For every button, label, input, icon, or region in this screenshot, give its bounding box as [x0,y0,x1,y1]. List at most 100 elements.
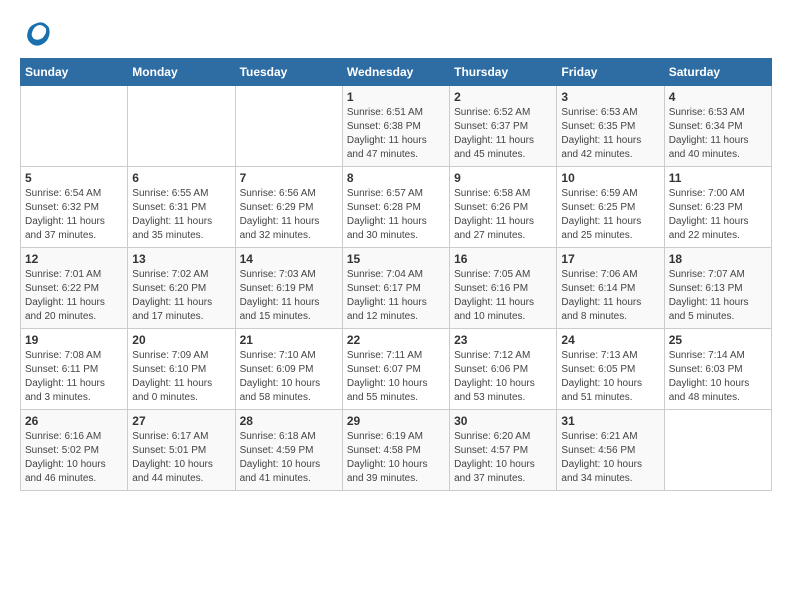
calendar-cell: 6 Sunrise: 6:55 AM Sunset: 6:31 PM Daylig… [128,167,235,248]
calendar-cell: 14 Sunrise: 7:03 AM Sunset: 6:19 PM Dayli… [235,248,342,329]
calendar-cell: 12Sunrise: 7:01 AM Sunset: 6:22 PM Dayli… [21,248,128,329]
calendar-cell: 31 Sunrise: 6:21 AM Sunset: 4:56 PM Dayli… [557,410,664,491]
day-info: Sunrise: 7:06 AM Sunset: 6:14 PM Dayligh… [561,268,659,324]
calendar-cell: 26 Sunrise: 6:16 AM Sunset: 5:02 PM Dayli… [21,410,128,491]
day-number: 13 [132,252,230,266]
day-number: 4 [669,90,767,104]
day-info: Sunrise: 7:09 AM Sunset: 6:10 PM Dayligh… [132,349,230,405]
calendar-cell [21,86,128,167]
day-info: Sunrise: 6:54 AM Sunset: 6:32 PM Dayligh… [25,187,123,243]
calendar-body: 1 Sunrise: 6:51 AM Sunset: 6:38 PM Daylig… [21,86,772,491]
weekday-header-row: SundayMondayTuesdayWednesdayThursdayFrid… [21,59,772,86]
calendar-week-row: 26 Sunrise: 6:16 AM Sunset: 5:02 PM Dayli… [21,410,772,491]
day-info: Sunrise: 6:53 AM Sunset: 6:34 PM Dayligh… [669,106,767,162]
calendar-table: SundayMondayTuesdayWednesdayThursdayFrid… [20,58,772,491]
calendar-cell: 5 Sunrise: 6:54 AM Sunset: 6:32 PM Daylig… [21,167,128,248]
calendar-cell: 17Sunrise: 7:06 AM Sunset: 6:14 PM Dayli… [557,248,664,329]
day-number: 31 [561,414,659,428]
day-number: 14 [240,252,338,266]
day-info: Sunrise: 6:51 AM Sunset: 6:38 PM Dayligh… [347,106,445,162]
calendar-cell: 3Sunrise: 6:53 AM Sunset: 6:35 PM Daylig… [557,86,664,167]
day-number: 3 [561,90,659,104]
day-info: Sunrise: 7:03 AM Sunset: 6:19 PM Dayligh… [240,268,338,324]
weekday-header-cell: Monday [128,59,235,86]
calendar-cell: 1 Sunrise: 6:51 AM Sunset: 6:38 PM Daylig… [342,86,449,167]
calendar-cell: 21 Sunrise: 7:10 AM Sunset: 6:09 PM Dayli… [235,329,342,410]
day-number: 2 [454,90,552,104]
calendar-week-row: 19 Sunrise: 7:08 AM Sunset: 6:11 PM Dayli… [21,329,772,410]
calendar-week-row: 12Sunrise: 7:01 AM Sunset: 6:22 PM Dayli… [21,248,772,329]
weekday-header-cell: Friday [557,59,664,86]
day-number: 28 [240,414,338,428]
calendar-cell [664,410,771,491]
calendar-cell: 8 Sunrise: 6:57 AM Sunset: 6:28 PM Daylig… [342,167,449,248]
calendar-week-row: 1 Sunrise: 6:51 AM Sunset: 6:38 PM Daylig… [21,86,772,167]
day-number: 15 [347,252,445,266]
day-number: 18 [669,252,767,266]
day-info: Sunrise: 7:05 AM Sunset: 6:16 PM Dayligh… [454,268,552,324]
day-number: 30 [454,414,552,428]
day-number: 10 [561,171,659,185]
calendar-cell: 10Sunrise: 6:59 AM Sunset: 6:25 PM Dayli… [557,167,664,248]
calendar-cell: 30 Sunrise: 6:20 AM Sunset: 4:57 PM Dayli… [450,410,557,491]
calendar-cell: 24 Sunrise: 7:13 AM Sunset: 6:05 PM Dayli… [557,329,664,410]
calendar-cell: 20Sunrise: 7:09 AM Sunset: 6:10 PM Dayli… [128,329,235,410]
calendar-cell [128,86,235,167]
logo [20,20,50,48]
calendar-cell: 16 Sunrise: 7:05 AM Sunset: 6:16 PM Dayli… [450,248,557,329]
calendar-week-row: 5 Sunrise: 6:54 AM Sunset: 6:32 PM Daylig… [21,167,772,248]
day-info: Sunrise: 7:14 AM Sunset: 6:03 PM Dayligh… [669,349,767,405]
day-info: Sunrise: 6:57 AM Sunset: 6:28 PM Dayligh… [347,187,445,243]
logo-icon [22,20,50,48]
day-info: Sunrise: 6:16 AM Sunset: 5:02 PM Dayligh… [25,430,123,486]
day-info: Sunrise: 7:07 AM Sunset: 6:13 PM Dayligh… [669,268,767,324]
day-info: Sunrise: 6:56 AM Sunset: 6:29 PM Dayligh… [240,187,338,243]
day-number: 5 [25,171,123,185]
weekday-header-cell: Tuesday [235,59,342,86]
day-info: Sunrise: 6:20 AM Sunset: 4:57 PM Dayligh… [454,430,552,486]
calendar-cell: 22Sunrise: 7:11 AM Sunset: 6:07 PM Dayli… [342,329,449,410]
calendar-cell: 19 Sunrise: 7:08 AM Sunset: 6:11 PM Dayli… [21,329,128,410]
calendar-cell: 7 Sunrise: 6:56 AM Sunset: 6:29 PM Daylig… [235,167,342,248]
weekday-header-cell: Wednesday [342,59,449,86]
day-number: 27 [132,414,230,428]
day-number: 26 [25,414,123,428]
day-info: Sunrise: 6:52 AM Sunset: 6:37 PM Dayligh… [454,106,552,162]
day-number: 23 [454,333,552,347]
calendar-cell: 13 Sunrise: 7:02 AM Sunset: 6:20 PM Dayli… [128,248,235,329]
day-info: Sunrise: 6:21 AM Sunset: 4:56 PM Dayligh… [561,430,659,486]
day-number: 12 [25,252,123,266]
day-number: 16 [454,252,552,266]
calendar-cell: 23 Sunrise: 7:12 AM Sunset: 6:06 PM Dayli… [450,329,557,410]
day-number: 24 [561,333,659,347]
page-header [20,20,772,48]
weekday-header-cell: Thursday [450,59,557,86]
calendar-cell: 11 Sunrise: 7:00 AM Sunset: 6:23 PM Dayli… [664,167,771,248]
day-info: Sunrise: 6:18 AM Sunset: 4:59 PM Dayligh… [240,430,338,486]
day-info: Sunrise: 6:58 AM Sunset: 6:26 PM Dayligh… [454,187,552,243]
calendar-cell: 27 Sunrise: 6:17 AM Sunset: 5:01 PM Dayli… [128,410,235,491]
day-info: Sunrise: 6:55 AM Sunset: 6:31 PM Dayligh… [132,187,230,243]
day-number: 19 [25,333,123,347]
day-info: Sunrise: 7:10 AM Sunset: 6:09 PM Dayligh… [240,349,338,405]
day-number: 7 [240,171,338,185]
day-number: 25 [669,333,767,347]
day-info: Sunrise: 7:02 AM Sunset: 6:20 PM Dayligh… [132,268,230,324]
day-info: Sunrise: 6:19 AM Sunset: 4:58 PM Dayligh… [347,430,445,486]
day-info: Sunrise: 6:17 AM Sunset: 5:01 PM Dayligh… [132,430,230,486]
day-info: Sunrise: 7:12 AM Sunset: 6:06 PM Dayligh… [454,349,552,405]
calendar-cell: 18 Sunrise: 7:07 AM Sunset: 6:13 PM Dayli… [664,248,771,329]
day-number: 1 [347,90,445,104]
day-number: 11 [669,171,767,185]
calendar-cell: 4 Sunrise: 6:53 AM Sunset: 6:34 PM Daylig… [664,86,771,167]
day-number: 6 [132,171,230,185]
day-info: Sunrise: 7:08 AM Sunset: 6:11 PM Dayligh… [25,349,123,405]
day-info: Sunrise: 7:13 AM Sunset: 6:05 PM Dayligh… [561,349,659,405]
day-number: 21 [240,333,338,347]
day-info: Sunrise: 7:00 AM Sunset: 6:23 PM Dayligh… [669,187,767,243]
day-number: 8 [347,171,445,185]
calendar-cell: 2 Sunrise: 6:52 AM Sunset: 6:37 PM Daylig… [450,86,557,167]
day-number: 22 [347,333,445,347]
calendar-cell: 15 Sunrise: 7:04 AM Sunset: 6:17 PM Dayli… [342,248,449,329]
day-info: Sunrise: 7:04 AM Sunset: 6:17 PM Dayligh… [347,268,445,324]
